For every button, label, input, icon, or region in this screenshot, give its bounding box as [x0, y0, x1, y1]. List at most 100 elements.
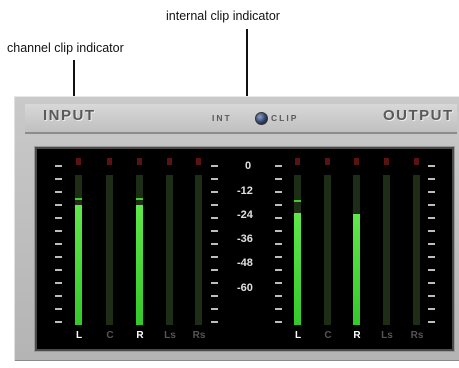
output-right-tick: [428, 308, 435, 310]
channel-clip-callout: channel clip indicator: [7, 41, 124, 55]
internal-clip-callout: internal clip indicator: [166, 9, 280, 23]
output-left-tick: [275, 230, 282, 232]
output-meter-r: [353, 175, 360, 325]
input-channel-label: R: [136, 330, 144, 341]
int-label: INT: [212, 113, 232, 123]
output-left-tick: [275, 282, 282, 284]
scale-label: -36: [237, 233, 253, 245]
input-left-tick: [55, 217, 62, 219]
output-left-tick: [275, 321, 282, 323]
input-right-tick: [211, 282, 218, 284]
input-right-tick: [211, 269, 218, 271]
output-meter-ls: [383, 175, 390, 325]
input-right-tick: [211, 256, 218, 258]
input-right-tick: [211, 191, 218, 193]
input-right-tick: [211, 243, 218, 245]
io-meter-panel: INPUT INT CLIP OUTPUT 0 -12 -24 -36 -48 -60 L C…: [14, 96, 459, 361]
input-right-tick: [211, 178, 218, 180]
output-clip-indicator-ls[interactable]: [384, 158, 389, 165]
output-meter-rs: [413, 175, 420, 325]
input-left-tick: [55, 178, 62, 180]
input-right-tick: [211, 308, 218, 310]
input-clip-indicator-ls[interactable]: [167, 158, 172, 165]
input-channel-label: Ls: [164, 330, 176, 341]
output-right-tick: [428, 269, 435, 271]
output-left-tick: [275, 256, 282, 258]
output-right-tick: [428, 178, 435, 180]
panel-header: INPUT INT CLIP OUTPUT: [25, 104, 457, 134]
output-left-tick: [275, 178, 282, 180]
output-left-tick: [275, 217, 282, 219]
input-meter-c: [106, 175, 113, 325]
input-clip-indicator-l[interactable]: [76, 158, 81, 165]
input-left-tick: [55, 191, 62, 193]
input-channel-label: Rs: [192, 330, 206, 341]
input-meter-ls: [166, 175, 173, 325]
output-left-tick: [275, 204, 282, 206]
output-channel-label: R: [353, 330, 361, 341]
input-clip-indicator-rs[interactable]: [196, 158, 201, 165]
input-left-tick: [55, 295, 62, 297]
scale-label: 0: [245, 160, 252, 172]
output-peak-hold-l: [294, 199, 301, 202]
scale-label: -24: [237, 209, 253, 221]
output-clip-indicator-c[interactable]: [325, 158, 330, 165]
input-meter-r: [136, 175, 143, 325]
output-left-tick: [275, 191, 282, 193]
output-meter-c: [324, 175, 331, 325]
input-right-tick: [211, 165, 218, 167]
output-channel-label: Rs: [410, 330, 424, 341]
input-title: INPUT: [43, 107, 96, 124]
output-channel-label: L: [294, 330, 302, 341]
input-left-tick: [55, 321, 62, 323]
input-left-tick: [55, 269, 62, 271]
input-left-tick: [55, 308, 62, 310]
meter-display: 0 -12 -24 -36 -48 -60 L C R Ls Rs L C R Ls Rs: [35, 147, 454, 351]
input-right-tick: [211, 230, 218, 232]
output-meter-l: [294, 175, 301, 325]
output-left-tick: [275, 243, 282, 245]
output-right-tick: [428, 217, 435, 219]
output-clip-indicator-r[interactable]: [354, 158, 359, 165]
input-meter-fill-l: [75, 205, 82, 325]
output-right-tick: [428, 204, 435, 206]
input-left-tick: [55, 256, 62, 258]
output-right-tick: [428, 282, 435, 284]
input-right-tick: [211, 204, 218, 206]
input-peak-hold-l: [75, 198, 82, 200]
input-clip-indicator-r[interactable]: [137, 158, 142, 165]
input-right-tick: [211, 321, 218, 323]
clip-label: CLIP: [271, 113, 299, 123]
scale-label: -48: [237, 257, 253, 269]
output-clip-indicator-rs[interactable]: [414, 158, 419, 165]
output-channel-label: Ls: [381, 330, 393, 341]
input-left-tick: [55, 165, 62, 167]
output-right-tick: [428, 165, 435, 167]
output-right-tick: [428, 321, 435, 323]
input-meter-l: [75, 175, 82, 325]
input-right-tick: [211, 295, 218, 297]
input-left-tick: [55, 230, 62, 232]
output-title: OUTPUT: [383, 107, 454, 124]
input-left-tick: [55, 243, 62, 245]
input-peak-hold-r: [136, 198, 143, 200]
scale-label: -12: [237, 185, 253, 197]
input-channel-label: C: [106, 330, 114, 341]
output-meter-fill-r: [353, 214, 360, 325]
input-right-tick: [211, 217, 218, 219]
output-channel-label: C: [324, 330, 332, 341]
output-right-tick: [428, 243, 435, 245]
input-channel-label: L: [75, 330, 83, 341]
input-left-tick: [55, 282, 62, 284]
output-left-tick: [275, 269, 282, 271]
output-clip-indicator-l[interactable]: [295, 158, 300, 165]
output-right-tick: [428, 295, 435, 297]
output-left-tick: [275, 308, 282, 310]
input-clip-indicator-c[interactable]: [107, 158, 112, 165]
internal-clip-indicator[interactable]: [255, 112, 268, 125]
output-right-tick: [428, 230, 435, 232]
input-left-tick: [55, 204, 62, 206]
output-right-tick: [428, 191, 435, 193]
output-left-tick: [275, 295, 282, 297]
output-right-tick: [428, 256, 435, 258]
